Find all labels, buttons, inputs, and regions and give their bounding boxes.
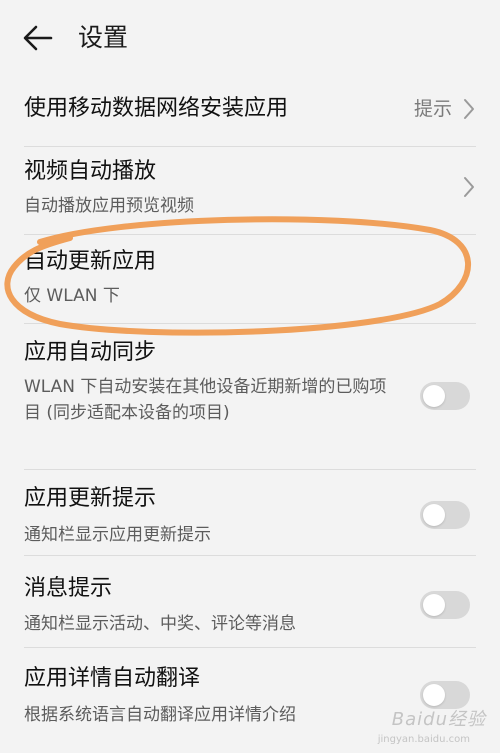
setting-title: 视频自动播放 — [24, 159, 157, 184]
arrow-left-icon — [23, 25, 53, 51]
chevron-right-icon — [464, 99, 474, 119]
setting-value: 提示 — [413, 98, 452, 120]
setting-video-autoplay[interactable]: 视频自动播放 自动播放应用预览视频 — [0, 147, 500, 233]
message-notification-toggle[interactable] — [420, 591, 470, 619]
chevron-right-icon — [464, 177, 474, 197]
setting-title: 应用更新提示 — [24, 486, 157, 511]
setting-subtitle: 仅 WLAN 下 — [24, 286, 120, 306]
setting-app-auto-sync: 应用自动同步 WLAN 下自动安装在其他设备近期新增的已购项目 (同步适配本设备… — [0, 324, 500, 469]
setting-subtitle: 通知栏显示应用更新提示 — [24, 525, 211, 545]
setting-title: 使用移动数据网络安装应用 — [24, 96, 289, 121]
update-notification-toggle[interactable] — [420, 501, 470, 529]
setting-mobile-data-install[interactable]: 使用移动数据网络安装应用 提示 — [0, 78, 500, 146]
setting-update-notification: 应用更新提示 通知栏显示应用更新提示 — [0, 470, 500, 554]
setting-title: 消息提示 — [24, 576, 113, 601]
setting-subtitle: WLAN 下自动安装在其他设备近期新增的已购项目 (同步适配本设备的项目) — [24, 377, 387, 423]
setting-message-notification: 消息提示 通知栏显示活动、中奖、评论等消息 — [0, 556, 500, 646]
toggle-knob — [423, 504, 445, 526]
top-app-bar: 设置 — [0, 0, 500, 78]
back-button[interactable] — [18, 18, 58, 58]
page-title: 设置 — [78, 23, 129, 52]
setting-title: 应用详情自动翻译 — [24, 666, 201, 691]
app-auto-sync-toggle[interactable] — [420, 382, 470, 410]
toggle-knob — [423, 594, 445, 616]
setting-auto-update-apps[interactable]: 自动更新应用 仅 WLAN 下 — [0, 235, 500, 323]
setting-title: 自动更新应用 — [24, 249, 157, 274]
toggle-knob — [423, 684, 445, 706]
toggle-knob — [423, 385, 445, 407]
setting-subtitle: 根据系统语言自动翻译应用详情介绍 — [24, 705, 296, 725]
setting-subtitle: 自动播放应用预览视频 — [24, 196, 194, 216]
baidu-watermark-url: jingyan.baidu.com — [377, 734, 470, 745]
setting-subtitle: 通知栏显示活动、中奖、评论等消息 — [24, 614, 296, 634]
baidu-watermark: Baidu经验 — [391, 709, 486, 730]
setting-title: 应用自动同步 — [24, 340, 157, 365]
